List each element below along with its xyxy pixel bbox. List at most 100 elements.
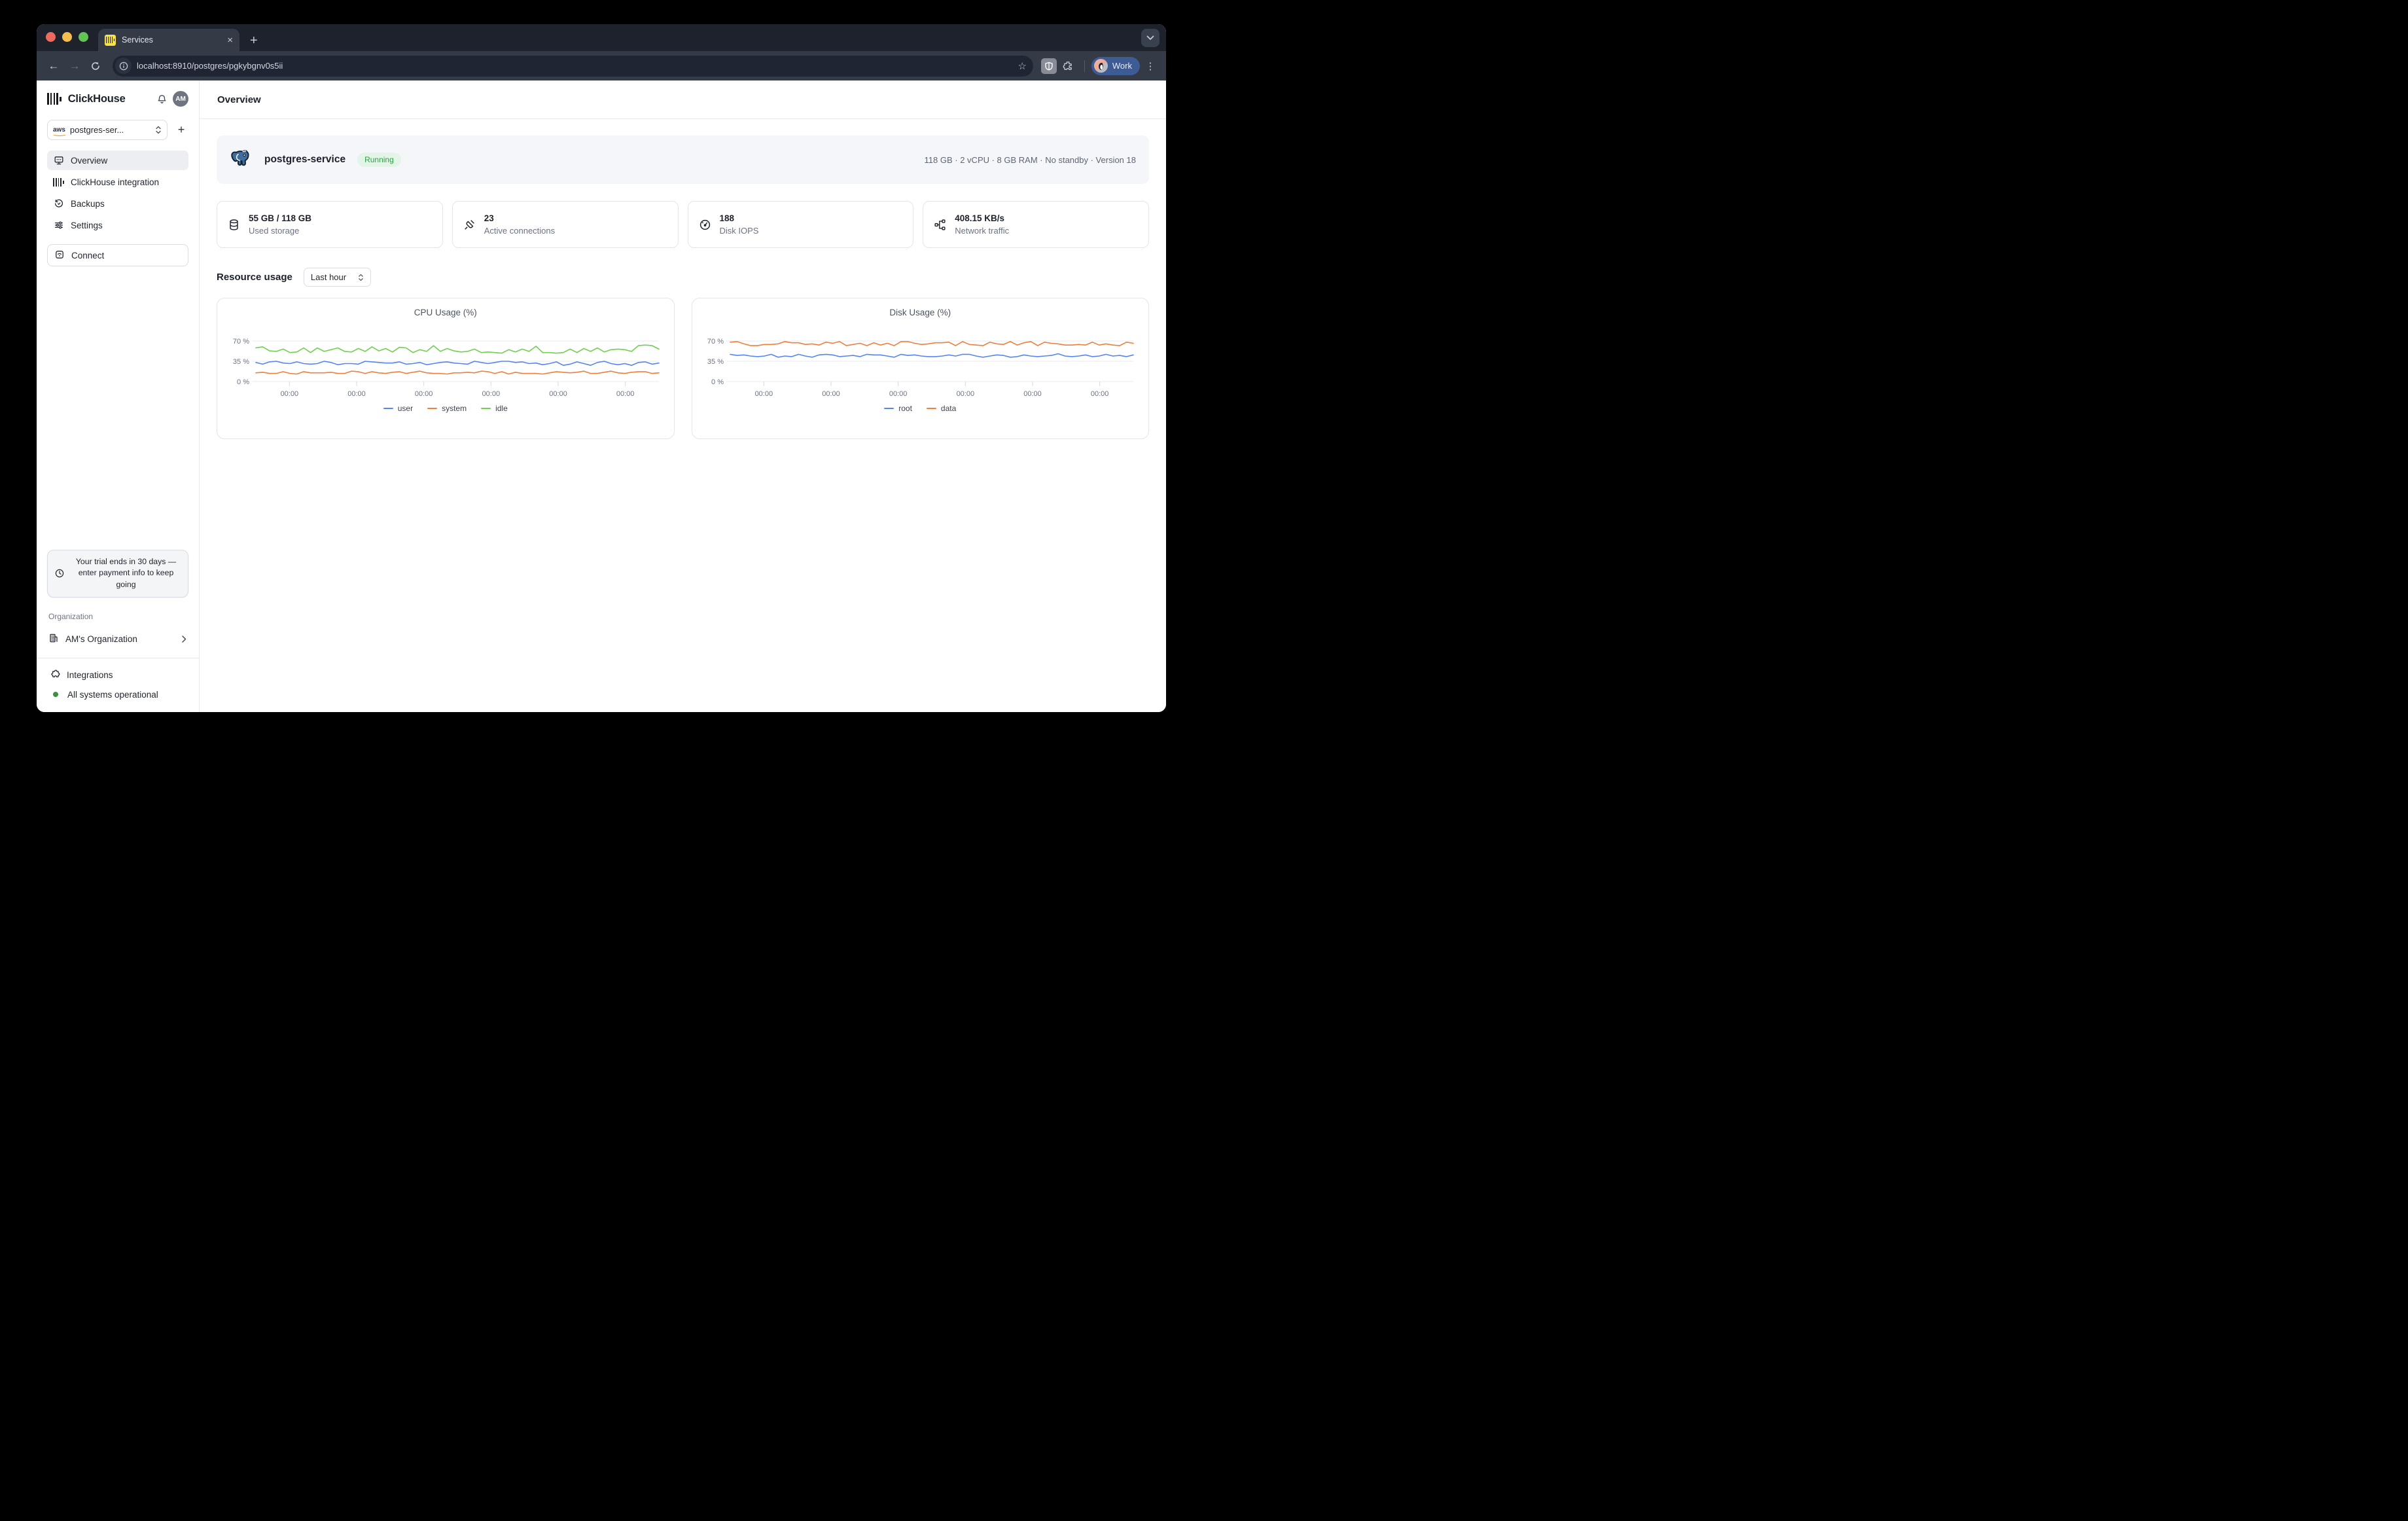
sidebar-item-label: Backups xyxy=(71,199,105,209)
sidebar-item-overview[interactable]: Overview xyxy=(47,151,188,170)
series-data xyxy=(730,342,1133,346)
service-selector[interactable]: aws postgres-ser... xyxy=(47,120,168,140)
page-header: Overview xyxy=(200,81,1166,119)
x-axis-label: 00:00 xyxy=(957,390,975,398)
integrations-label: Integrations xyxy=(67,670,113,680)
series-system xyxy=(256,371,659,374)
status-dot-icon xyxy=(53,692,58,697)
reload-button[interactable] xyxy=(86,57,105,75)
trial-notice-text: Your trial ends in 30 days — enter payme… xyxy=(71,556,181,591)
y-axis-label: 35 % xyxy=(233,358,249,366)
legend-dash-icon xyxy=(481,408,491,409)
sidebar-item-settings[interactable]: Settings xyxy=(47,215,188,235)
series-root xyxy=(730,354,1133,357)
trial-notice[interactable]: Your trial ends in 30 days — enter payme… xyxy=(47,550,188,598)
stat-value: 23 xyxy=(484,213,555,223)
close-window-button[interactable] xyxy=(46,32,56,42)
site-info-button[interactable] xyxy=(115,58,132,74)
chevron-up-down-icon xyxy=(358,274,364,281)
x-axis-label: 00:00 xyxy=(280,390,298,398)
brand-row: ClickHouse AM xyxy=(47,91,188,107)
organization-section-label: Organization xyxy=(47,612,188,621)
profile-chip[interactable]: Work xyxy=(1091,57,1140,75)
legend-item-idle[interactable]: idle xyxy=(481,404,508,413)
network-nodes-icon xyxy=(934,219,946,231)
organization-item[interactable]: AM's Organization xyxy=(47,629,188,649)
forward-button[interactable]: → xyxy=(65,57,84,75)
page-body: postgres-service Running 118 GB · 2 vCPU… xyxy=(200,119,1166,456)
add-service-button[interactable]: + xyxy=(174,123,188,137)
notifications-button[interactable] xyxy=(156,94,168,105)
connect-button[interactable]: Connect xyxy=(47,244,188,266)
stat-label: Active connections xyxy=(484,226,555,236)
user-avatar[interactable]: AM xyxy=(173,91,188,107)
legend-item-system[interactable]: system xyxy=(427,404,467,413)
chart-legend: root data xyxy=(692,404,1149,413)
tab-close-icon[interactable]: × xyxy=(227,35,233,45)
gauge-icon xyxy=(699,219,711,231)
charts-row: CPU Usage (%) 0 %35 %70 %00:0000:0000:00… xyxy=(217,298,1149,439)
bookmark-star-icon[interactable]: ☆ xyxy=(1018,60,1026,72)
database-icon xyxy=(228,219,240,231)
tab-search-button[interactable] xyxy=(1141,29,1160,47)
minimize-window-button[interactable] xyxy=(62,32,72,42)
service-selector-row: aws postgres-ser... + xyxy=(47,120,188,140)
aws-icon: aws xyxy=(53,127,65,134)
status-badge: Running xyxy=(357,152,401,167)
y-axis-label: 0 % xyxy=(237,378,249,386)
legend-item-user[interactable]: user xyxy=(383,404,413,413)
legend-dash-icon xyxy=(884,408,894,409)
sidebar-item-label: Settings xyxy=(71,221,103,230)
chart-title: Disk Usage (%) xyxy=(692,308,1149,317)
plug-icon xyxy=(463,219,476,231)
tab-title: Services xyxy=(122,35,221,45)
x-axis-label: 00:00 xyxy=(549,390,567,398)
page-title: Overview xyxy=(217,94,261,105)
x-axis-label: 00:00 xyxy=(822,390,840,398)
brand-name[interactable]: ClickHouse xyxy=(68,93,151,105)
x-axis-label: 00:00 xyxy=(482,390,500,398)
browser-menu-button[interactable]: ⋮ xyxy=(1142,60,1158,72)
resource-usage-title: Resource usage xyxy=(217,272,292,283)
back-button[interactable]: ← xyxy=(44,57,63,75)
clickhouse-logo-icon[interactable] xyxy=(47,92,62,105)
zoom-window-button[interactable] xyxy=(79,32,88,42)
reload-icon xyxy=(90,61,101,71)
penguin-icon xyxy=(1097,62,1105,71)
new-tab-button[interactable]: + xyxy=(250,34,258,47)
series-idle xyxy=(256,345,659,353)
puzzle-icon xyxy=(50,669,60,681)
legend-dash-icon xyxy=(383,408,393,409)
shield-extension-icon[interactable] xyxy=(1041,58,1057,74)
extensions-puzzle-icon[interactable] xyxy=(1059,57,1078,75)
postgresql-logo-icon xyxy=(230,148,254,172)
url-text[interactable]: localhost:8910/postgres/pgkybgnv0s5ii xyxy=(137,61,1012,71)
series-user xyxy=(256,361,659,365)
stat-label: Used storage xyxy=(249,226,311,236)
info-icon xyxy=(119,62,128,71)
profile-name: Work xyxy=(1112,61,1132,71)
legend-label: root xyxy=(898,404,912,413)
sidebar-item-backups[interactable]: Backups xyxy=(47,194,188,213)
browser-tab-services[interactable]: Services × xyxy=(98,29,239,51)
legend-item-root[interactable]: root xyxy=(884,404,912,413)
system-status-item[interactable]: All systems operational xyxy=(47,685,188,704)
bell-icon xyxy=(156,94,168,105)
service-selector-value: postgres-ser... xyxy=(70,125,150,135)
chevron-right-icon xyxy=(181,635,187,643)
clickhouse-console: ClickHouse AM aws postgres-ser... xyxy=(37,81,1166,712)
legend-label: system xyxy=(442,404,467,413)
sliders-icon xyxy=(53,220,64,230)
disk-usage-plot: 0 %35 %70 %00:0000:0000:0000:0000:0000:0… xyxy=(699,320,1141,400)
url-bar[interactable]: localhost:8910/postgres/pgkybgnv0s5ii ☆ xyxy=(113,56,1033,77)
legend-label: data xyxy=(941,404,956,413)
remote-connect-icon xyxy=(54,249,65,262)
sidebar-item-clickhouse-integration[interactable]: ClickHouse integration xyxy=(47,172,188,192)
time-range-select[interactable]: Last hour xyxy=(304,268,371,287)
legend-item-data[interactable]: data xyxy=(927,404,956,413)
desktop: Services × + ← → xyxy=(0,0,1204,760)
integrations-item[interactable]: Integrations xyxy=(47,665,188,685)
traffic-lights xyxy=(46,32,88,42)
disk-usage-chart: Disk Usage (%) 0 %35 %70 %00:0000:0000:0… xyxy=(692,298,1150,439)
profile-avatar xyxy=(1094,59,1108,73)
